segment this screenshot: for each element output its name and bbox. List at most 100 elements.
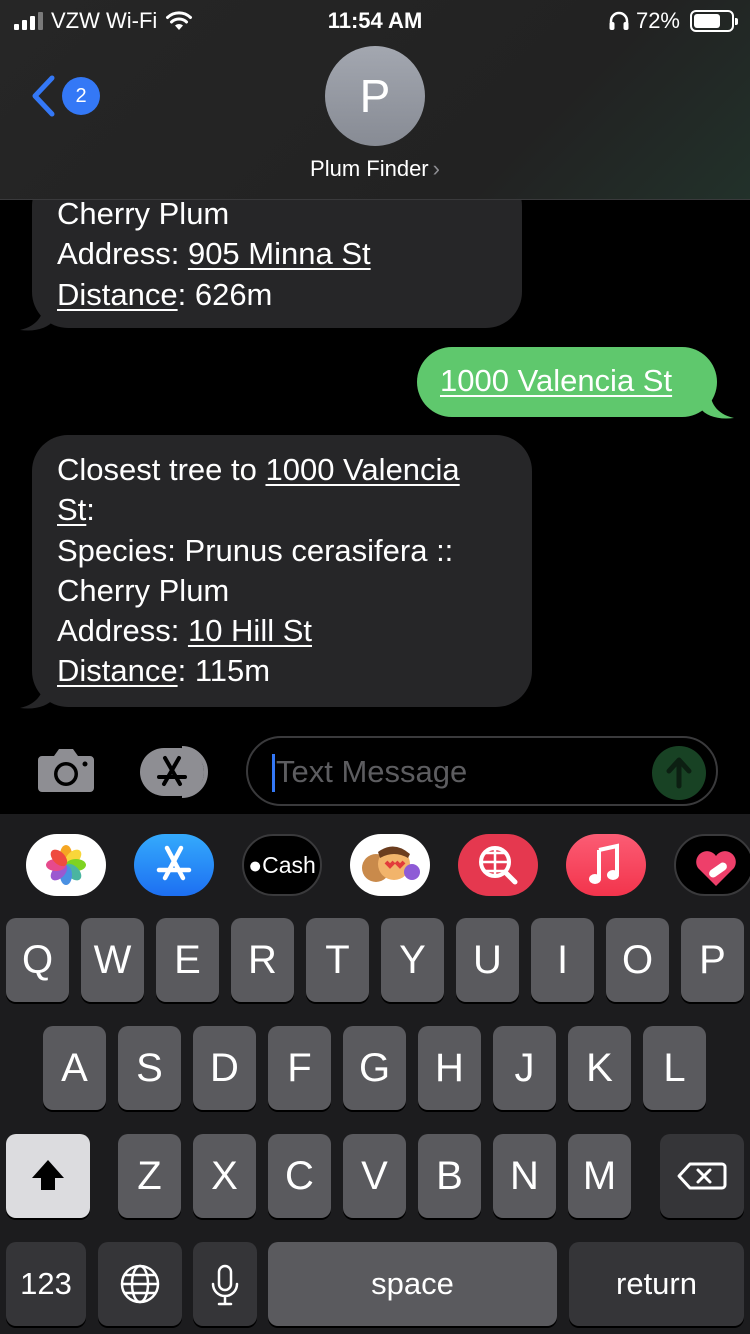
contact-name-button[interactable]: Plum Finder › xyxy=(0,156,750,182)
key-t[interactable]: T xyxy=(306,918,369,1002)
detected-link[interactable]: 905 Minna St xyxy=(188,236,371,271)
key-p[interactable]: P xyxy=(681,918,744,1002)
key-z[interactable]: Z xyxy=(118,1134,181,1218)
arrow-up-icon xyxy=(666,757,692,789)
chevron-left-icon xyxy=(32,75,55,117)
key-v[interactable]: V xyxy=(343,1134,406,1218)
globe-magnifier-icon xyxy=(479,846,518,885)
detected-link[interactable]: 1000 Valencia xyxy=(265,452,459,487)
message-line: Address: 10 Hill St xyxy=(57,611,532,651)
app-store-glyph-icon xyxy=(156,845,192,881)
globe-icon xyxy=(120,1264,160,1304)
status-right: 72% xyxy=(608,8,738,34)
app-store-icon[interactable] xyxy=(138,746,214,798)
apple-cash-app-icon[interactable]: ●Cash xyxy=(242,834,322,896)
battery-icon xyxy=(690,10,738,32)
detected-link[interactable]: 10 Hill St xyxy=(188,613,312,648)
app-store-app-icon[interactable] xyxy=(134,834,214,896)
key-c[interactable]: C xyxy=(268,1134,331,1218)
return-key[interactable]: return xyxy=(569,1242,744,1326)
message-line: Species: Prunus cerasifera :: xyxy=(57,531,532,571)
globe-key[interactable] xyxy=(98,1242,182,1326)
photos-flower-icon xyxy=(46,845,86,885)
microphone-icon xyxy=(211,1264,239,1306)
key-m[interactable]: M xyxy=(568,1134,631,1218)
outgoing-message-bubble[interactable]: 1000 Valencia St xyxy=(417,347,717,417)
key-h[interactable]: H xyxy=(418,1026,481,1110)
space-key[interactable]: space xyxy=(268,1242,557,1326)
message-line: 1000 Valencia St xyxy=(440,361,717,401)
message-text: Closest tree to xyxy=(57,452,266,487)
key-o[interactable]: O xyxy=(606,918,669,1002)
message-line: Distance: 115m xyxy=(57,651,532,691)
shift-arrow-icon xyxy=(32,1160,64,1190)
key-g[interactable]: G xyxy=(343,1026,406,1110)
bubble-tail xyxy=(700,390,734,419)
input-placeholder: Text Message xyxy=(276,754,468,789)
key-j[interactable]: J xyxy=(493,1026,556,1110)
apple-logo-icon: ● xyxy=(248,852,263,878)
key-e[interactable]: E xyxy=(156,918,219,1002)
message-line: St: xyxy=(57,490,532,530)
send-button[interactable] xyxy=(652,746,706,800)
message-text-input[interactable]: Text Message xyxy=(246,736,718,806)
contact-avatar[interactable]: P xyxy=(325,46,425,146)
headphones-icon xyxy=(609,11,629,30)
detected-link[interactable]: St xyxy=(57,492,86,527)
message-text: Address: xyxy=(57,236,188,272)
key-y[interactable]: Y xyxy=(381,918,444,1002)
message-line: Cherry Plum xyxy=(57,194,522,234)
key-r[interactable]: R xyxy=(231,918,294,1002)
message-line: Distance: 626m xyxy=(57,275,522,315)
key-l[interactable]: L xyxy=(643,1026,706,1110)
key-i[interactable]: I xyxy=(531,918,594,1002)
heart-touch-icon xyxy=(696,851,736,886)
photos-app-icon[interactable] xyxy=(26,834,106,896)
message-line: Cherry Plum xyxy=(57,571,532,611)
numbers-key[interactable]: 123 xyxy=(6,1242,86,1326)
bubble-tail xyxy=(20,680,54,709)
back-button[interactable]: 2 xyxy=(30,74,100,118)
key-b[interactable]: B xyxy=(418,1134,481,1218)
detected-link[interactable]: 1000 Valencia St xyxy=(440,363,672,398)
key-x[interactable]: X xyxy=(193,1134,256,1218)
key-a[interactable]: A xyxy=(43,1026,106,1110)
key-u[interactable]: U xyxy=(456,918,519,1002)
delete-key[interactable] xyxy=(660,1134,744,1218)
key-n[interactable]: N xyxy=(493,1134,556,1218)
message-text: : 626m xyxy=(177,276,273,312)
message-text: Address: xyxy=(57,613,188,649)
apple-cash-label: ●Cash xyxy=(248,852,316,878)
music-app-icon[interactable] xyxy=(566,834,646,896)
key-s[interactable]: S xyxy=(118,1026,181,1110)
memoji-app-icon[interactable] xyxy=(350,834,430,896)
shift-key[interactable] xyxy=(6,1134,90,1218)
chevron-right-icon: › xyxy=(432,156,440,181)
backspace-icon xyxy=(677,1162,727,1190)
memoji-faces-icon xyxy=(362,846,420,882)
battery-percent: 72% xyxy=(635,8,680,33)
camera-icon[interactable] xyxy=(36,746,96,794)
key-q[interactable]: Q xyxy=(6,918,69,1002)
dictation-key[interactable] xyxy=(193,1242,257,1326)
bubble-tail xyxy=(20,302,54,331)
key-k[interactable]: K xyxy=(568,1026,631,1110)
music-note-icon xyxy=(589,843,619,884)
message-text: : 115m xyxy=(177,653,271,689)
contact-name: Plum Finder xyxy=(310,156,429,181)
text-caret xyxy=(272,754,275,792)
digital-touch-app-icon[interactable] xyxy=(674,834,750,896)
web-search-app-icon[interactable] xyxy=(458,834,538,896)
message-line: Closest tree to 1000 Valencia xyxy=(57,450,532,490)
incoming-message-bubble[interactable]: Closest tree to 1000 Valencia St: Species:… xyxy=(32,435,532,707)
message-text: Cherry Plum xyxy=(57,572,230,608)
key-w[interactable]: W xyxy=(81,918,144,1002)
unread-count-badge: 2 xyxy=(62,77,100,115)
message-text: : xyxy=(86,492,95,528)
conversation-header: VZW Wi-Fi 11:54 AM 72% 2 P Plum Finder › xyxy=(0,0,750,200)
message-text: Cherry Plum xyxy=(57,196,230,231)
detected-link[interactable]: Distance xyxy=(57,653,178,688)
key-d[interactable]: D xyxy=(193,1026,256,1110)
key-f[interactable]: F xyxy=(268,1026,331,1110)
detected-link[interactable]: Distance xyxy=(57,277,178,312)
